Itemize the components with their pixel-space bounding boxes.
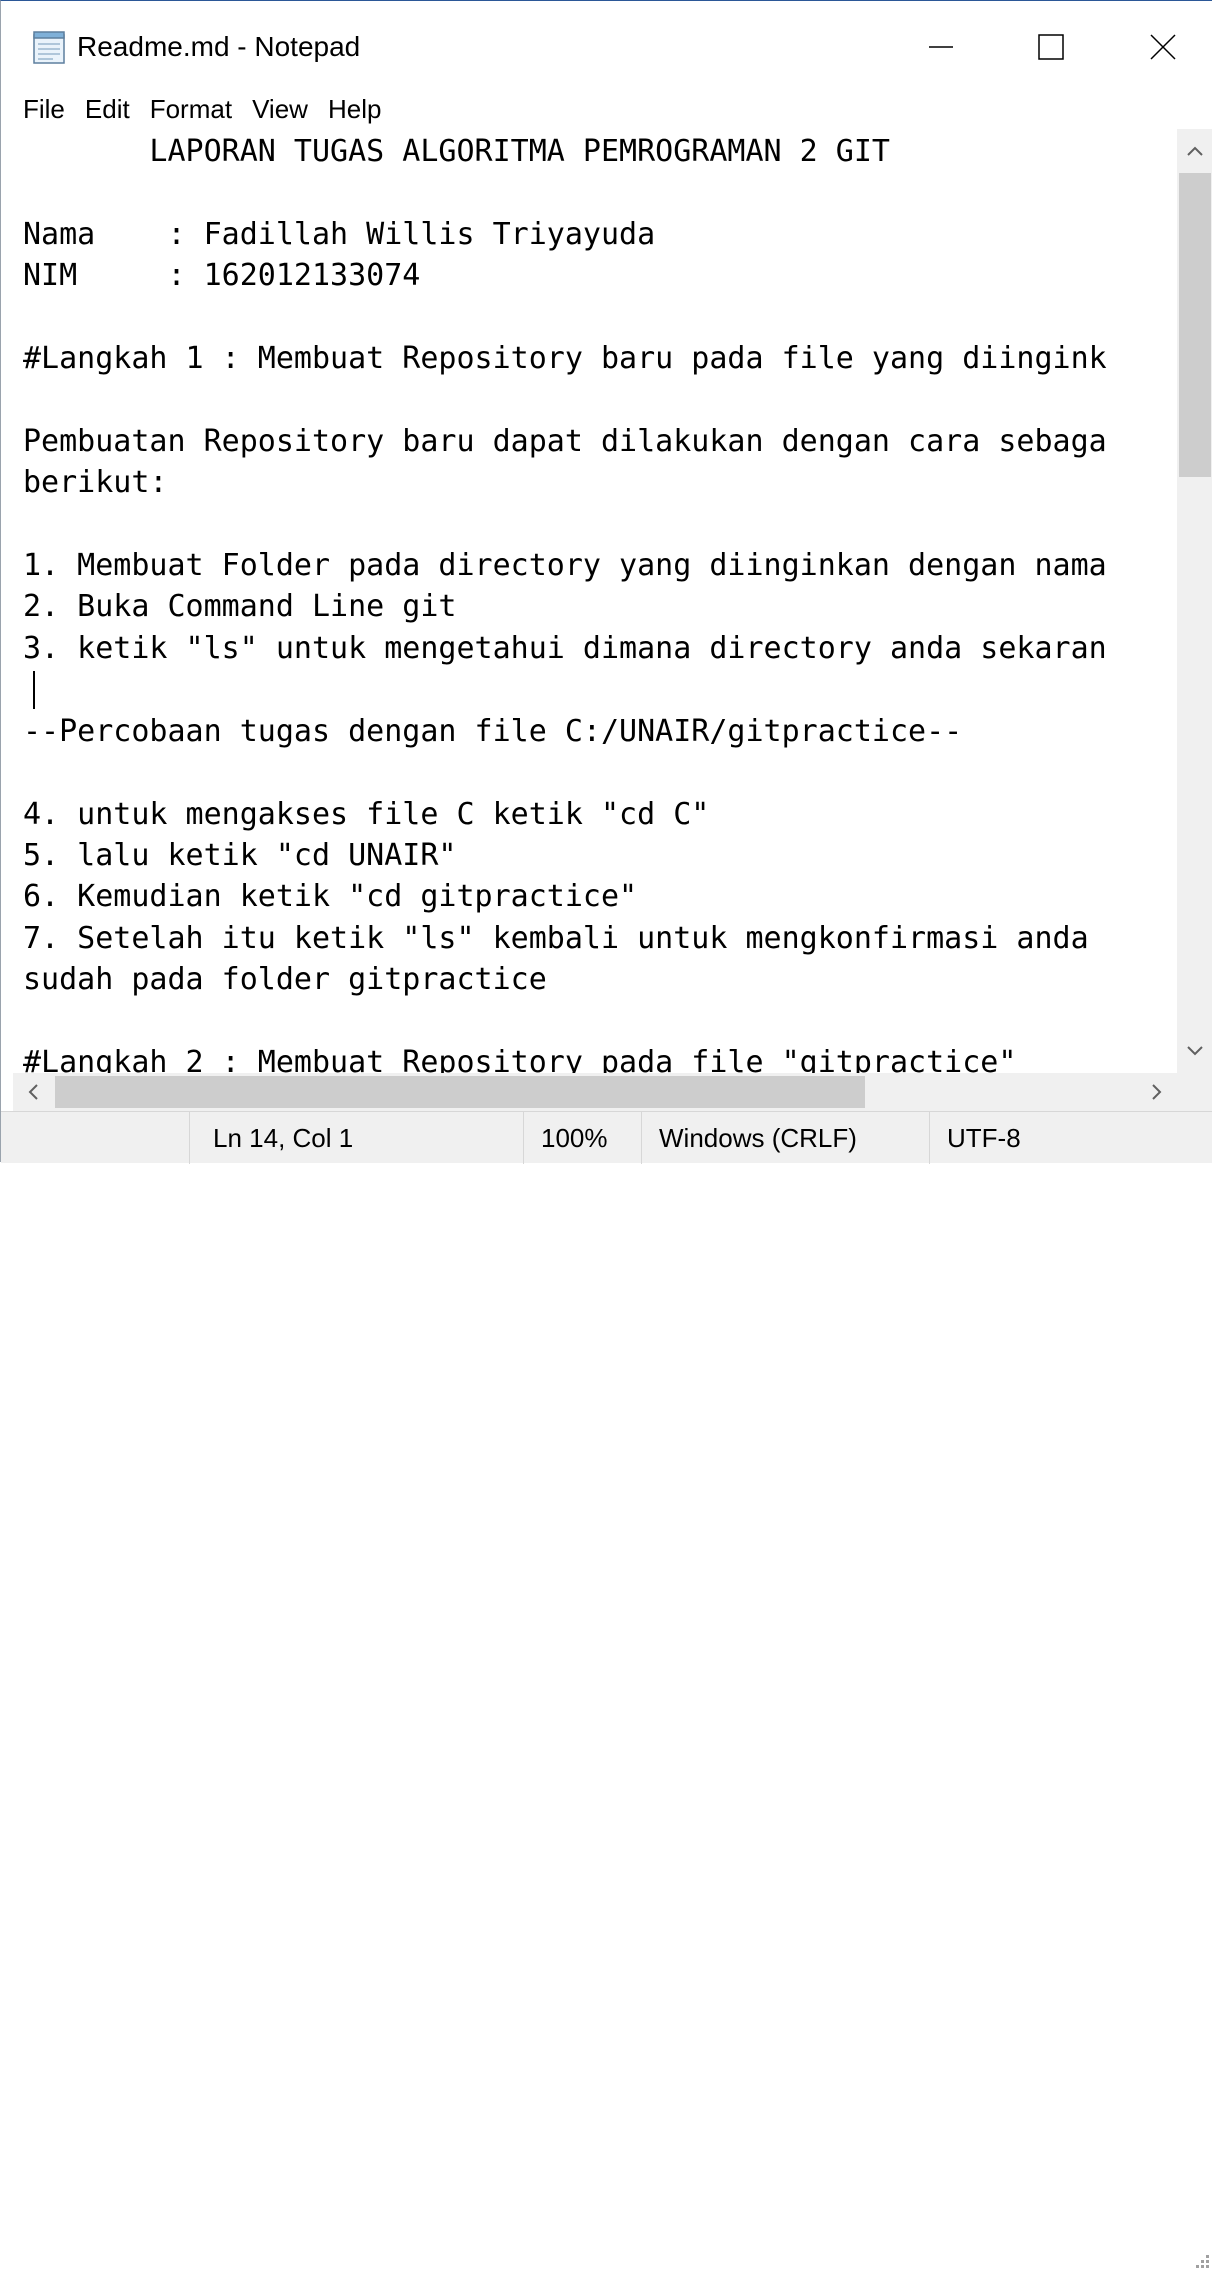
vertical-scroll-thumb[interactable] (1179, 173, 1211, 477)
status-zoom: 100% (541, 1122, 608, 1153)
chevron-down-icon (1187, 1046, 1203, 1056)
document-text[interactable]: LAPORAN TUGAS ALGORITMA PEMROGRAMAN 2 GI… (13, 129, 1177, 1073)
minimize-icon (929, 46, 953, 48)
minimize-button[interactable] (897, 13, 985, 81)
window-title: Readme.md - Notepad (77, 31, 361, 62)
scrollbar-corner (1177, 1073, 1212, 1111)
status-encoding: UTF-8 (947, 1122, 1021, 1153)
menu-edit[interactable]: Edit (75, 91, 140, 127)
menu-file[interactable]: File (13, 91, 75, 127)
status-separator (523, 1112, 524, 1164)
status-bar: Ln 14, Col 1 100% Windows (CRLF) UTF-8 (1, 1111, 1212, 2268)
scroll-right-button[interactable] (1137, 1073, 1177, 1111)
horizontal-scroll-thumb[interactable] (55, 1076, 865, 1108)
chevron-right-icon (1152, 1084, 1162, 1100)
maximize-button[interactable] (1007, 13, 1095, 81)
scroll-up-button[interactable] (1177, 129, 1212, 173)
vertical-scrollbar[interactable] (1177, 129, 1212, 1073)
close-icon (1150, 34, 1176, 60)
horizontal-scrollbar[interactable] (13, 1073, 1177, 1111)
chevron-left-icon (28, 1084, 38, 1100)
menu-bar: File Edit Format View Help (1, 89, 1212, 129)
close-button[interactable] (1119, 13, 1207, 81)
chevron-up-icon (1187, 146, 1203, 156)
text-editor[interactable]: LAPORAN TUGAS ALGORITMA PEMROGRAMAN 2 GI… (13, 129, 1177, 1073)
resize-grip-icon[interactable] (1191, 2250, 1211, 2270)
scroll-down-button[interactable] (1177, 1029, 1212, 1073)
maximize-icon (1038, 34, 1064, 60)
notepad-window: Readme.md - Notepad File Edit Format Vie… (0, 0, 1212, 2268)
title-bar[interactable]: Readme.md - Notepad (1, 1, 1212, 89)
notepad-icon (33, 31, 65, 64)
text-caret (33, 671, 35, 709)
status-separator (641, 1112, 642, 1164)
menu-help[interactable]: Help (318, 91, 391, 127)
status-separator (189, 1112, 190, 1164)
status-line-ending: Windows (CRLF) (659, 1122, 857, 1153)
status-cursor-position: Ln 14, Col 1 (213, 1122, 354, 1153)
menu-view[interactable]: View (242, 91, 318, 127)
menu-format[interactable]: Format (140, 91, 242, 127)
status-separator (929, 1112, 930, 1164)
scroll-left-button[interactable] (13, 1073, 53, 1111)
